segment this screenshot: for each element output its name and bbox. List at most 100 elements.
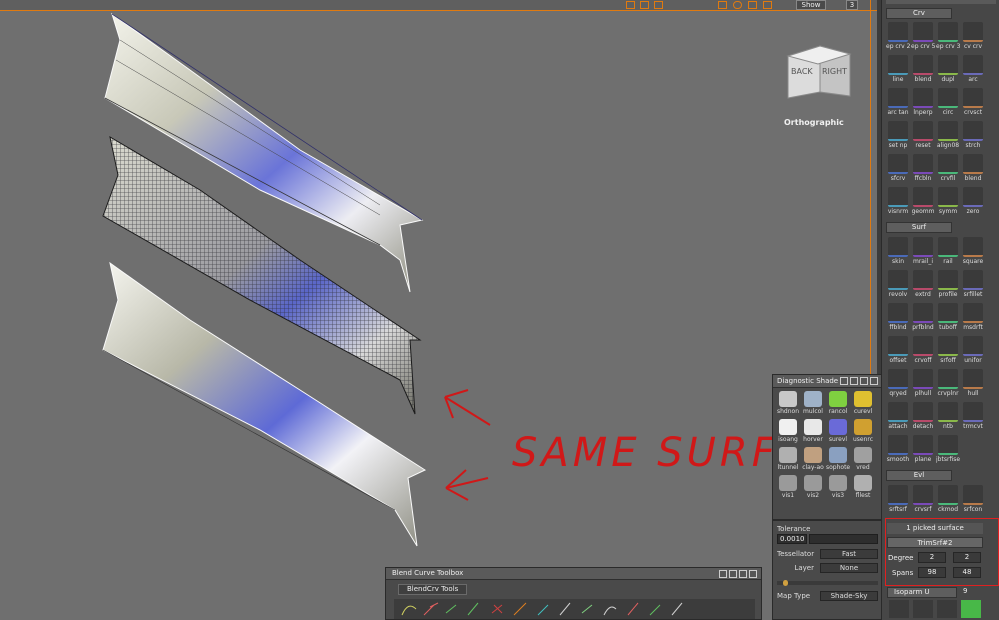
shade-tool-isoang[interactable]: isoang: [776, 419, 800, 446]
menu-icon[interactable]: [850, 377, 858, 385]
evl-tool-srftsrf[interactable]: srftsrf: [886, 484, 910, 516]
crv-tool-lnperp[interactable]: lnperp: [911, 87, 935, 119]
crv-tool-dupl[interactable]: dupl: [936, 54, 960, 86]
surf-tool-prfblnd[interactable]: prfblnd: [911, 302, 935, 334]
crv-tool-cv-crv[interactable]: cv crv: [961, 21, 985, 53]
surf-tool-qryed[interactable]: qryed: [886, 368, 910, 400]
collapse-icon[interactable]: [739, 570, 747, 578]
tessellator-select[interactable]: Fast: [820, 549, 878, 559]
tool-icon[interactable]: [937, 600, 957, 618]
shade-tool-usenrc[interactable]: usenrc: [851, 419, 875, 446]
surf-tool-crvplnr[interactable]: crvplnr: [936, 368, 960, 400]
expand-icon[interactable]: [840, 377, 848, 385]
crv-tool-ep-crv-5[interactable]: ep crv 5: [911, 21, 935, 53]
surf-tool-unifor[interactable]: unifor: [961, 335, 985, 367]
view-cube[interactable]: BACK RIGHT: [786, 42, 852, 102]
shade-tool-vred[interactable]: vred: [851, 447, 875, 474]
section-evl[interactable]: Evl: [886, 470, 952, 481]
surf-tool-jbtsrfisect[interactable]: jbtsrfisect: [936, 434, 960, 466]
tolerance-slider[interactable]: [809, 534, 878, 544]
shade-tool-surevl[interactable]: surevl: [826, 419, 850, 446]
surf-tool-revolv[interactable]: revolv: [886, 269, 910, 301]
blend-tools-row[interactable]: [394, 599, 755, 619]
shade-tool-vis3[interactable]: vis3: [826, 475, 850, 502]
crv-tool-symm[interactable]: symm: [936, 186, 960, 218]
surf-tool-trmcvt[interactable]: trmcvt: [961, 401, 985, 433]
section-surf[interactable]: Surf: [886, 222, 952, 233]
slider-handle[interactable]: [783, 580, 788, 586]
surf-tool-msdrft[interactable]: msdrft: [961, 302, 985, 334]
tool-icon[interactable]: [913, 600, 933, 618]
shade-tool-clay-ao[interactable]: clay-ao: [801, 447, 825, 474]
crv-tool-blend[interactable]: blend: [961, 153, 985, 185]
crv-tool-ep-crv-3[interactable]: ep crv 3: [936, 21, 960, 53]
surf-tool-attach[interactable]: attach: [886, 401, 910, 433]
surf-tool-crvoff[interactable]: crvoff: [911, 335, 935, 367]
crv-tool-sfcrv[interactable]: sfcrv: [886, 153, 910, 185]
section-crv[interactable]: Crv: [886, 8, 952, 19]
surf-tool-square[interactable]: square: [961, 236, 985, 268]
close-icon[interactable]: [870, 377, 878, 385]
evl-tool-crvsrf[interactable]: crvsrf: [911, 484, 935, 516]
expand-icon[interactable]: [719, 570, 727, 578]
crv-tool-ep-crv-2[interactable]: ep crv 2: [886, 21, 910, 53]
shade-tool-rancol[interactable]: rancol: [826, 391, 850, 418]
map-type-select[interactable]: Shade-Sky: [820, 591, 878, 601]
blend-toolbox-title[interactable]: Blend Curve Toolbox: [386, 568, 761, 580]
crv-tool-visnrm[interactable]: visnrm: [886, 186, 910, 218]
isoparm-label[interactable]: Isoparm U: [887, 587, 957, 598]
isoparm-value[interactable]: 9: [963, 587, 973, 598]
crv-tool-circ[interactable]: circ: [936, 87, 960, 119]
crv-tool-crvsct[interactable]: crvsct: [961, 87, 985, 119]
surf-tool-tuboff[interactable]: tuboff: [936, 302, 960, 334]
evl-tool-srfcon[interactable]: srfcon: [961, 484, 985, 516]
close-icon[interactable]: [749, 570, 757, 578]
shade-tool-sophotes[interactable]: sophotes: [826, 447, 850, 474]
green-tool-icon[interactable]: [961, 600, 981, 618]
crv-tool-reset[interactable]: reset: [911, 120, 935, 152]
surf-tool-ffblnd[interactable]: ffblnd: [886, 302, 910, 334]
shade-tool-fllest[interactable]: fllest: [851, 475, 875, 502]
shade-tool-shdnon[interactable]: shdnon: [776, 391, 800, 418]
surf-tool-detach[interactable]: detach: [911, 401, 935, 433]
crv-tool-line[interactable]: line: [886, 54, 910, 86]
crv-tool-blend[interactable]: blend: [911, 54, 935, 86]
layer-select[interactable]: None: [820, 563, 878, 573]
menu-icon[interactable]: [729, 570, 737, 578]
surf-tool-extrd[interactable]: extrd: [911, 269, 935, 301]
shade-tool-ltunnel[interactable]: ltunnel: [776, 447, 800, 474]
crv-tool-geomm[interactable]: geomm: [911, 186, 935, 218]
modeling-viewport[interactable]: Show 3: [0, 0, 877, 620]
crv-tool-ffcbln[interactable]: ffcbln: [911, 153, 935, 185]
map-slider[interactable]: [777, 581, 878, 585]
surf-tool-srfoff[interactable]: srfoff: [936, 335, 960, 367]
tool-icon[interactable]: [889, 600, 909, 618]
surf-tool-smooth[interactable]: smooth: [886, 434, 910, 466]
surf-tool-mrail_i[interactable]: mrail_i: [911, 236, 935, 268]
surf-tool-plane[interactable]: plane: [911, 434, 935, 466]
crv-tool-crvfil[interactable]: crvfil: [936, 153, 960, 185]
shade-tool-mulcol[interactable]: mulcol: [801, 391, 825, 418]
crv-tool-align08[interactable]: align08: [936, 120, 960, 152]
collapse-icon[interactable]: [860, 377, 868, 385]
surf-tool-hull[interactable]: hull: [961, 368, 985, 400]
evl-tool-ckmod[interactable]: ckmod: [936, 484, 960, 516]
crv-tool-strch[interactable]: strch: [961, 120, 985, 152]
shade-tool-curevl[interactable]: curevl: [851, 391, 875, 418]
surf-tool-srfillet[interactable]: srfillet: [961, 269, 985, 301]
surf-tool-ntb[interactable]: ntb: [936, 401, 960, 433]
surf-tool-rail[interactable]: rail: [936, 236, 960, 268]
surf-tool-skin[interactable]: skin: [886, 236, 910, 268]
surf-tool-plhull[interactable]: plhull: [911, 368, 935, 400]
surf-tool-offset[interactable]: offset: [886, 335, 910, 367]
crv-tool-set-np[interactable]: set np: [886, 120, 910, 152]
crv-tool-zero[interactable]: zero: [961, 186, 985, 218]
tab-blendcrv-tools[interactable]: BlendCrv Tools: [398, 584, 467, 595]
diagnostic-shade-title[interactable]: Diagnostic Shade: [773, 375, 882, 388]
shade-tool-vis1[interactable]: vis1: [776, 475, 800, 502]
surf-tool-profile[interactable]: profile: [936, 269, 960, 301]
shade-tool-vis2[interactable]: vis2: [801, 475, 825, 502]
crv-tool-arc[interactable]: arc: [961, 54, 985, 86]
tolerance-field[interactable]: 0.0010: [777, 534, 807, 544]
shade-tool-horver[interactable]: horver: [801, 419, 825, 446]
